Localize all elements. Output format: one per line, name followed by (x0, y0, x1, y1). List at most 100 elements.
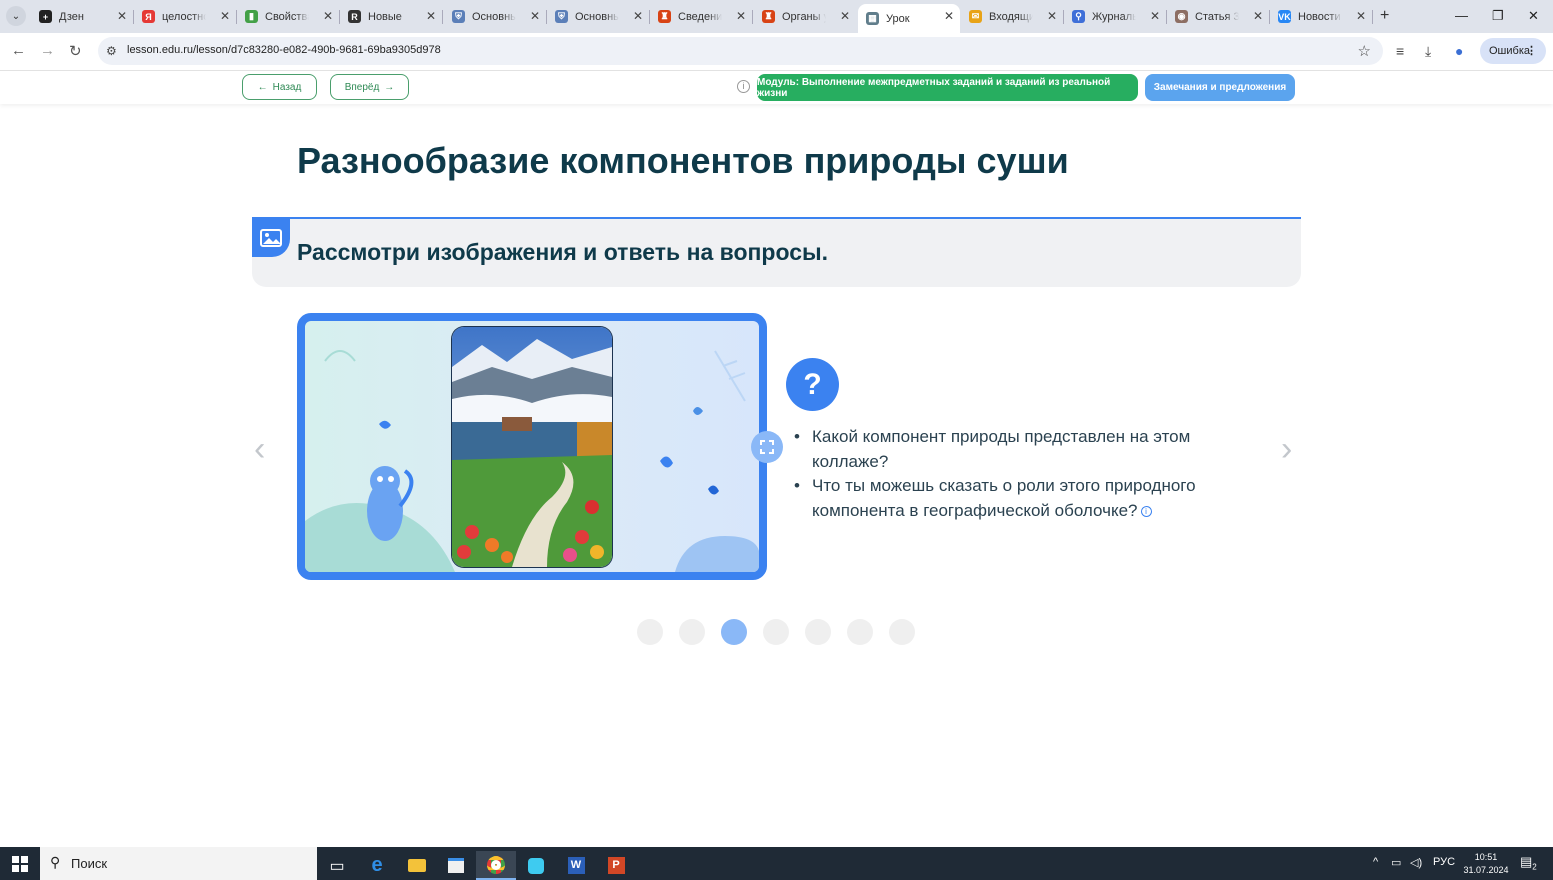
tab-favicon-icon: ⚲ (1072, 10, 1085, 23)
back-arrow-icon[interactable]: ← (11, 42, 26, 59)
pagination-dot[interactable] (637, 619, 663, 645)
tab-favicon-icon: ▮ (245, 10, 258, 23)
pagination-dot[interactable] (763, 619, 789, 645)
tab-close-icon[interactable]: ✕ (1150, 9, 1160, 23)
powerpoint-icon[interactable]: P (596, 851, 636, 880)
browser-tab[interactable]: ▮ Свойства г ✕ (237, 4, 340, 29)
taskbar-search[interactable]: ⚲ Поиск (40, 847, 317, 880)
profile-error-button[interactable]: Ошибка ⋮ (1480, 38, 1546, 64)
tab-favicon-icon: ✉ (969, 10, 982, 23)
browser-tab[interactable]: + Дзен ✕ (31, 4, 134, 29)
notifications-icon[interactable]: ▤2 (1520, 854, 1537, 872)
restore-icon[interactable]: ❐ (1492, 8, 1504, 24)
notification-count: 2 (1532, 862, 1537, 872)
feedback-button[interactable]: Замечания и предложения (1145, 74, 1295, 101)
question-item: Какой компонент природы представлен на э… (794, 425, 1254, 474)
slider-next-icon[interactable]: › (1281, 430, 1292, 469)
browser-tab[interactable]: ⚲ Журналы ✕ (1064, 4, 1167, 29)
tab-close-icon[interactable]: ✕ (633, 9, 643, 23)
bookmark-star-icon[interactable]: ☆ (1358, 42, 1371, 60)
tab-close-icon[interactable]: ✕ (840, 9, 850, 23)
browser-tab[interactable]: ▦ Урок ✕ (858, 4, 960, 33)
module-button[interactable]: Модуль: Выполнение межпредметных заданий… (757, 74, 1138, 101)
volume-icon[interactable]: ◁) (1410, 856, 1422, 869)
pagination-dot[interactable] (805, 619, 831, 645)
windows-taskbar: ⚲ Поиск ▭ e W P ^ ▭ ◁) РУС 10:51 31.07.2… (0, 847, 1553, 880)
slider-prev-icon[interactable]: ‹ (254, 430, 265, 469)
browser-tab[interactable]: VK Новости ✕ (1270, 4, 1373, 29)
language-indicator[interactable]: РУС (1433, 856, 1455, 868)
task-view-icon[interactable]: ▭ (317, 851, 357, 880)
arrow-right-icon: → (384, 81, 395, 93)
tab-favicon-icon: + (39, 10, 52, 23)
new-tab-button[interactable]: + (1380, 7, 1389, 25)
minimize-icon[interactable]: — (1455, 8, 1468, 23)
tab-favicon-icon: VK (1278, 10, 1291, 23)
reload-icon[interactable]: ↻ (69, 42, 82, 60)
word-icon[interactable]: W (556, 851, 596, 880)
url-text[interactable]: lesson.edu.ru/lesson/d7c83280-e082-490b-… (127, 44, 441, 56)
tab-title: Новые (368, 10, 402, 23)
tab-close-icon[interactable]: ✕ (1047, 9, 1057, 23)
browser-tab[interactable]: R Новые ✕ (340, 4, 443, 29)
pagination-dot[interactable] (847, 619, 873, 645)
tab-favicon-icon: ♜ (658, 10, 671, 23)
network-icon[interactable]: ▭ (1391, 856, 1401, 869)
back-button[interactable]: ← Назад (242, 74, 317, 100)
edge-icon[interactable]: e (357, 851, 397, 880)
info-icon[interactable]: i (737, 80, 750, 93)
download-icon[interactable]: ⤓ (1425, 43, 1431, 60)
tab-close-icon[interactable]: ✕ (944, 9, 954, 23)
more-menu-icon[interactable]: ⋮ (1526, 44, 1537, 57)
image-icon (252, 219, 290, 257)
page-title: Разнообразие компонентов природы суши (297, 140, 1069, 181)
browser-tab[interactable]: ⛨ Основные ✕ (547, 4, 650, 29)
forward-arrow-icon[interactable]: → (40, 42, 55, 59)
tab-close-icon[interactable]: ✕ (426, 9, 436, 23)
landscape-collage-photo (452, 327, 612, 567)
tray-chevron-icon[interactable]: ^ (1373, 856, 1378, 868)
tab-close-icon[interactable]: ✕ (1253, 9, 1263, 23)
chrome-icon[interactable] (476, 851, 516, 880)
tab-close-icon[interactable]: ✕ (1356, 9, 1366, 23)
expand-fullscreen-icon[interactable] (751, 431, 783, 463)
close-window-icon[interactable]: ✕ (1528, 8, 1539, 24)
forward-button[interactable]: Вперёд → (330, 74, 409, 100)
pagination-dot[interactable] (679, 619, 705, 645)
app-icon[interactable] (516, 851, 556, 880)
tab-close-icon[interactable]: ✕ (220, 9, 230, 23)
file-explorer-icon[interactable] (397, 851, 437, 880)
browser-toolbar: ← → ↻ ⚙ lesson.edu.ru/lesson/d7c83280-e0… (0, 33, 1553, 71)
windows-start-icon[interactable] (12, 856, 28, 872)
browser-tab[interactable]: ◉ Статья 30. ✕ (1167, 4, 1270, 29)
task-instruction: Рассмотри изображения и ответь на вопрос… (297, 239, 829, 265)
browser-tab-strip: ⌄ + Дзен ✕ Яцелостность ✕ ▮ Свойства г ✕ R Новые ✕… (0, 0, 1553, 33)
site-settings-icon[interactable]: ⚙ (106, 44, 117, 58)
pagination-dot[interactable] (889, 619, 915, 645)
pagination-dot[interactable] (721, 619, 747, 645)
address-bar[interactable]: ⚙ lesson.edu.ru/lesson/d7c83280-e082-490… (98, 37, 1383, 65)
tab-close-icon[interactable]: ✕ (323, 9, 333, 23)
media-queue-icon[interactable]: ≡ (1396, 43, 1404, 59)
tab-separator (1372, 10, 1373, 24)
tab-search-icon[interactable]: ⌄ (6, 6, 26, 26)
tab-favicon-icon: R (348, 10, 361, 23)
store-icon[interactable] (436, 851, 476, 880)
system-clock[interactable]: 10:51 31.07.2024 (1460, 851, 1512, 877)
tab-close-icon[interactable]: ✕ (530, 9, 540, 23)
browser-tab[interactable]: ♜ Сведения ✕ (650, 4, 753, 29)
tab-close-icon[interactable]: ✕ (117, 9, 127, 23)
tab-title: Новости (1298, 10, 1341, 23)
tab-title: Основные (472, 10, 516, 23)
tab-title: Статья 30. (1195, 10, 1239, 23)
hint-info-icon[interactable]: i (1140, 505, 1152, 517)
browser-tab[interactable]: ♜ Органы уп ✕ (754, 4, 856, 29)
browser-tab[interactable]: ✉ Входящие ✕ (961, 4, 1064, 29)
tab-title: Свойства г (265, 10, 309, 23)
browser-tab[interactable]: ⛨ Основные ✕ (444, 4, 547, 29)
tab-close-icon[interactable]: ✕ (736, 9, 746, 23)
account-icon[interactable]: ● (1455, 43, 1463, 59)
tab-favicon-icon: ♜ (762, 10, 775, 23)
browser-tab[interactable]: Яцелостность ✕ (134, 4, 237, 29)
tab-favicon-icon: ◉ (1175, 10, 1188, 23)
